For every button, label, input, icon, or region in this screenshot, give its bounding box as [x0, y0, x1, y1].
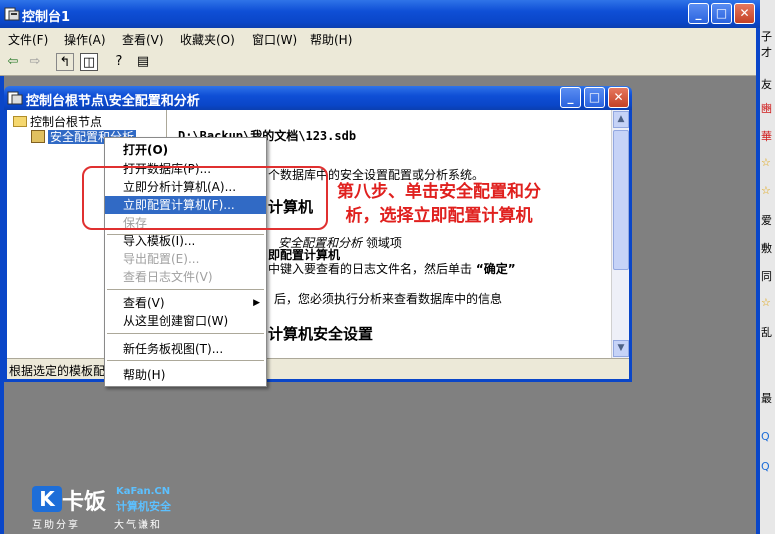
- menu-separator: [107, 333, 264, 334]
- kafan-logo: K 卡饭 KaFan.CN 计算机安全 互助分享 大气谦和: [32, 484, 182, 531]
- strip-text: 敷: [761, 242, 772, 255]
- minimize-button[interactable]: _: [688, 3, 709, 24]
- section-heading: 计算机安全设置: [268, 325, 374, 343]
- maximize-button[interactable]: □: [711, 3, 732, 24]
- forward-icon[interactable]: ⇨: [26, 53, 44, 71]
- background-window-strip: 子才 友 豳 華 ☆ ☆ 爱 敷 同 ☆ 乱 最 Q Q: [760, 0, 775, 534]
- tree-node-label: 控制台根节点: [30, 115, 103, 129]
- child-minimize-button[interactable]: _: [560, 87, 581, 108]
- strip-text: 華: [761, 130, 772, 143]
- strip-text: 爱: [761, 214, 772, 227]
- child-maximize-button[interactable]: □: [584, 87, 605, 108]
- kafan-mark-icon: K: [32, 486, 62, 512]
- mmc-console-icon: [7, 91, 23, 105]
- menu-help[interactable]: 帮助(H): [310, 31, 352, 48]
- toolbar: ⇦ ⇨ ↰ ◫ ? ▤: [0, 48, 760, 76]
- back-icon[interactable]: ⇦: [4, 53, 22, 71]
- status-bar: 根据选定的模板配: [7, 358, 629, 379]
- security-config-icon: [31, 130, 45, 143]
- scroll-down-icon[interactable]: ▼: [613, 340, 629, 357]
- menu-item-view-log[interactable]: 查看日志文件(V): [105, 268, 266, 286]
- menu-view[interactable]: 查看(V): [122, 31, 164, 48]
- menu-item-new-taskpad[interactable]: 新任务板视图(T)...: [105, 340, 266, 358]
- logo-domain: KaFan.CN: [116, 486, 171, 497]
- app-title: 控制台1: [22, 10, 71, 25]
- child-window-body: 控制台根节点 安全配置和分析 D:\Backup\我的文档\123.sdb 个数…: [4, 110, 632, 382]
- menu-window[interactable]: 窗口(W): [252, 31, 297, 48]
- description-text: 领域项: [365, 236, 402, 250]
- logo-slogan: 互助分享: [32, 520, 80, 531]
- menu-item-export-template[interactable]: 导出配置(E)...: [105, 250, 266, 268]
- logo-subtitle: 计算机安全: [116, 500, 171, 513]
- menu-item-open[interactable]: 打开(O): [105, 141, 266, 159]
- strip-text: 同: [761, 270, 772, 283]
- show-tree-icon[interactable]: ◫: [80, 53, 98, 71]
- description-text: 中键入要查看的日志文件名，然后单击: [268, 262, 473, 276]
- strip-text: Q: [761, 430, 770, 443]
- child-close-button[interactable]: ✕: [608, 87, 629, 108]
- menu-item-label: 查看(V): [123, 296, 165, 310]
- menu-item-view[interactable]: 查看(V) ▶: [105, 294, 266, 312]
- properties-icon[interactable]: ?: [110, 53, 128, 71]
- folder-icon: [13, 116, 27, 127]
- scroll-thumb[interactable]: [613, 130, 629, 270]
- submenu-arrow-icon: ▶: [253, 298, 260, 308]
- annotation-text: 第八步、单击安全配置和分析，选择立即配置计算机: [337, 182, 541, 226]
- strip-text: 最: [761, 392, 772, 405]
- menu-item-import-template[interactable]: 导入模板(I)...: [105, 232, 266, 250]
- ok-keyword: “确定”: [475, 262, 516, 276]
- menu-item-new-window[interactable]: 从这里创建窗口(W): [105, 312, 266, 330]
- menu-favorites[interactable]: 收藏夹(O): [180, 31, 235, 48]
- scroll-up-icon[interactable]: ▲: [613, 111, 629, 128]
- close-button[interactable]: ✕: [734, 3, 755, 24]
- description-line: 后，您必须执行分析来查看数据库中的信息: [274, 292, 503, 306]
- strip-text: ☆: [761, 156, 771, 169]
- window-frame: [756, 28, 760, 534]
- logo-name: 卡饭: [62, 490, 107, 515]
- app-titlebar[interactable]: 控制台1 _ □ ✕: [0, 0, 760, 28]
- menu-separator: [107, 289, 264, 290]
- strip-text: Q: [761, 460, 770, 473]
- up-folder-icon[interactable]: ↰: [56, 53, 74, 71]
- menu-item-help[interactable]: 帮助(H): [105, 366, 266, 384]
- menu-bar: 文件(F) 操作(A) 查看(V) 收藏夹(O) 窗口(W) 帮助(H): [0, 28, 760, 48]
- description-line: 中键入要查看的日志文件名，然后单击 “确定”: [268, 260, 516, 277]
- menu-action[interactable]: 操作(A): [64, 31, 106, 48]
- strip-text: 豳: [761, 102, 772, 115]
- strip-text: 乱: [761, 326, 772, 339]
- strip-text: ☆: [761, 296, 771, 309]
- strip-text: 友: [761, 78, 772, 91]
- strip-text: 子才: [761, 30, 772, 59]
- child-window-title: 控制台根节点\安全配置和分析: [26, 94, 200, 109]
- menu-file[interactable]: 文件(F): [8, 31, 48, 48]
- mmc-console-icon: [4, 7, 20, 21]
- vertical-scrollbar[interactable]: ▲ ▼: [611, 110, 629, 358]
- help-pane-icon[interactable]: ▤: [134, 53, 152, 71]
- strip-text: ☆: [761, 184, 771, 197]
- child-window-titlebar[interactable]: 控制台根节点\安全配置和分析 _ □ ✕: [4, 86, 632, 110]
- menu-separator: [107, 360, 264, 361]
- annotation-highlight-box: [82, 166, 328, 230]
- logo-slogan: 大气谦和: [114, 520, 162, 531]
